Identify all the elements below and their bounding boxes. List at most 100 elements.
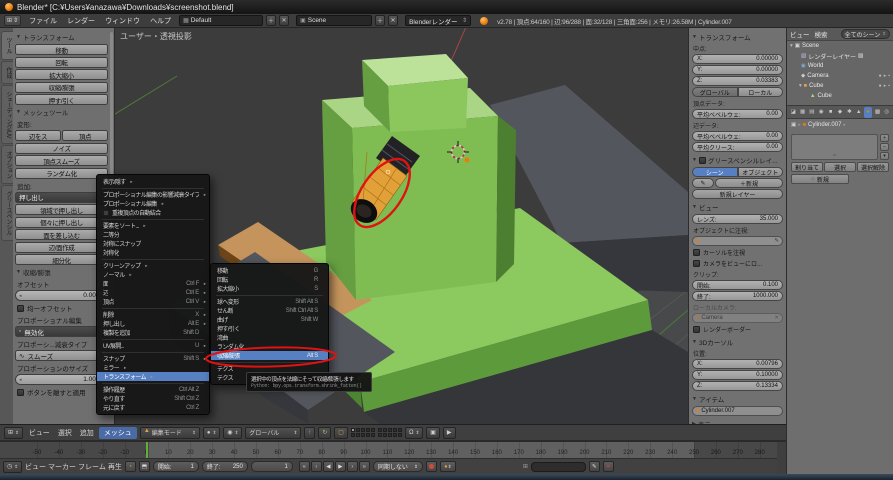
transform-submenu-item[interactable]: ランダム化	[211, 342, 328, 351]
number-field[interactable]: 開始:0.100	[692, 280, 783, 290]
mesh-menu-item[interactable]: 面Ctrl F▸	[97, 279, 209, 288]
tool-button[interactable]: 移動	[15, 44, 108, 55]
mesh-menu-item[interactable]: 対称にスナップ	[97, 239, 209, 248]
transform-submenu-item[interactable]: 拡大縮小S	[211, 284, 328, 293]
transform-submenu-item[interactable]: 移動G	[211, 266, 328, 275]
keying-set-dropdown[interactable]: ●⇕	[440, 461, 456, 472]
object-field[interactable]: ■✎	[692, 236, 783, 246]
layer-cell[interactable]	[393, 428, 397, 432]
mode-dropdown[interactable]: ▲編集モード ⇕	[140, 427, 200, 439]
number-slider[interactable]: ◂0.007▸	[15, 290, 108, 301]
mesh-menu-item[interactable]: 頂点Ctrl V▸	[97, 297, 209, 306]
new-button[interactable]: ＋ 新規	[715, 178, 783, 188]
outliner-item[interactable]: ◉World	[787, 61, 893, 71]
header-menu-item[interactable]: ウィンドウ	[100, 16, 145, 26]
layer-cell[interactable]	[361, 433, 365, 437]
layer-cell[interactable]	[371, 428, 375, 432]
number-field[interactable]: レンズ:35.000	[692, 214, 783, 224]
prev-keyframe-button[interactable]: ‹	[311, 461, 322, 472]
selectability-arrow-icon[interactable]: ▸	[884, 83, 887, 89]
mesh-menu-item[interactable]: 元に戻すCtrl Z	[97, 403, 209, 412]
panel-header[interactable]: ▼メッシュツール	[16, 107, 108, 117]
mesh-menu-item[interactable]: プロポーショナル編集の影響減衰タイプ▸	[97, 190, 209, 199]
layer-cell[interactable]	[356, 433, 360, 437]
outliner-item[interactable]: ▾▣Scene	[787, 41, 893, 51]
mesh-menu-item[interactable]: UV展開...U▸	[97, 341, 209, 350]
outliner-item[interactable]: ▾■Cube●▸▪	[787, 81, 893, 91]
object-field[interactable]: ■Cylinder.007	[692, 406, 783, 416]
transform-submenu-item[interactable]: 球へ変形Shift Alt S	[211, 297, 328, 306]
mesh-menu-item[interactable]: やり直すShift Ctrl Z	[97, 394, 209, 403]
layer-cell[interactable]	[393, 433, 397, 437]
number-field[interactable]: 終了:1000.000	[692, 291, 783, 301]
draw-new-stroke-button[interactable]: ✎	[692, 178, 714, 188]
toolshelf-tab[interactable]: シェーディング/UV	[1, 85, 13, 144]
toolshelf-tab[interactable]: オプション	[1, 145, 13, 185]
scene-selector[interactable]: ▣ Scene	[296, 15, 372, 26]
properties-tab-scene[interactable]: ▤	[808, 107, 816, 118]
checkbox[interactable]	[693, 249, 700, 256]
delete-keyframe-button[interactable]: ✕	[603, 461, 614, 472]
number-field[interactable]: Y:0.00000	[692, 65, 783, 75]
selectability-arrow-icon[interactable]: ▸	[884, 73, 887, 79]
action-button[interactable]: 割り当て	[791, 162, 823, 172]
object-field[interactable]: ■Camera✕	[692, 313, 783, 323]
number-field[interactable]: Y:0.10000	[692, 370, 783, 380]
checkbox[interactable]	[17, 389, 24, 396]
mesh-menu-item[interactable]: ミラー▸	[97, 363, 209, 372]
layer-cell[interactable]	[383, 433, 387, 437]
manipulator-translate-button[interactable]: ↑	[304, 427, 315, 439]
outliner-item[interactable]: ▧レンダーレイヤー▨	[787, 51, 893, 61]
panel-header[interactable]: ▼ビュー	[692, 202, 783, 212]
layer-cell[interactable]	[361, 428, 365, 432]
manipulator-rotate-button[interactable]: ↻	[318, 427, 331, 439]
layers-widget[interactable]	[351, 428, 402, 437]
properties-tab-object[interactable]: ■	[826, 107, 834, 118]
toolshelf-tab[interactable]: ツール	[1, 31, 13, 60]
render-opengl-button[interactable]: ▣	[426, 427, 440, 439]
checkbox-row[interactable]: ボタンを離すと適用	[17, 387, 108, 397]
editor-type-button[interactable]: ⊞⇕	[4, 15, 21, 26]
properties-tab-texture[interactable]: ▩	[873, 107, 881, 118]
viewport-menu-item[interactable]: メッシュ	[99, 427, 137, 439]
checkbox-row[interactable]: カーソルを注視	[693, 248, 783, 257]
mesh-menu-item[interactable]: プロポーショナル編集▸	[97, 199, 209, 208]
manipulator-scale-button[interactable]: ▢	[334, 427, 348, 439]
record-button[interactable]	[426, 461, 437, 472]
checkbox-row[interactable]: カメラをビューにロ...	[693, 259, 783, 268]
tool-button[interactable]: 押す/引く	[15, 94, 108, 105]
delete-layout-button[interactable]: ✕	[279, 15, 289, 26]
tool-button[interactable]: 面を差し込む	[15, 229, 108, 240]
viewport-menu-item[interactable]: 追加	[77, 428, 97, 438]
header-menu-item[interactable]: ヘルプ	[145, 16, 176, 26]
number-field[interactable]: X:0.00000	[692, 54, 783, 64]
transform-submenu-item[interactable]: 湾曲	[211, 333, 328, 342]
timeline-menu-item[interactable]: フレーム	[78, 462, 106, 472]
play-reverse-button[interactable]: ◀	[323, 461, 334, 472]
sync-dropdown[interactable]: 同期しない ⇕	[373, 461, 423, 472]
current-frame-field[interactable]: 1	[251, 461, 293, 472]
panel-header[interactable]: ▼グリースペンシルレイ...	[692, 155, 783, 165]
outliner-item[interactable]: ◆Camera●▸▪	[787, 71, 893, 81]
list-resize-grip[interactable]: =	[833, 153, 837, 159]
toggle-button[interactable]: シーン	[692, 167, 738, 177]
layer-cell[interactable]	[371, 433, 375, 437]
tool-button[interactable]: 頂点スムーズ	[15, 155, 108, 166]
transform-submenu-item[interactable]: 収縮/膨張Alt S	[211, 351, 328, 360]
mesh-menu-item[interactable]: 複製を追加Shift D	[97, 328, 209, 337]
number-field[interactable]: 平均クリース:0.00	[692, 142, 783, 152]
transform-submenu-item[interactable]: 回転R	[211, 275, 328, 284]
current-frame-marker[interactable]	[146, 442, 148, 458]
properties-tab-render[interactable]: ◪	[789, 107, 797, 118]
jump-start-button[interactable]: «	[299, 461, 310, 472]
panel-header[interactable]: ▼収縮/膨張	[16, 267, 108, 277]
layer-cell[interactable]	[366, 428, 370, 432]
field-action-icon[interactable]: ✎	[774, 238, 779, 244]
layer-cell[interactable]	[366, 433, 370, 437]
toggle-button[interactable]: オブジェクト	[738, 167, 784, 177]
render-engine-selector[interactable]: Blenderレンダー ⇕	[405, 15, 471, 26]
timeline-menu-item[interactable]: マーカー	[48, 462, 76, 472]
play-button[interactable]: ▶	[335, 461, 346, 472]
number-field[interactable]: X:0.00796	[692, 359, 783, 369]
header-menu-item[interactable]: レンダー	[62, 16, 100, 26]
